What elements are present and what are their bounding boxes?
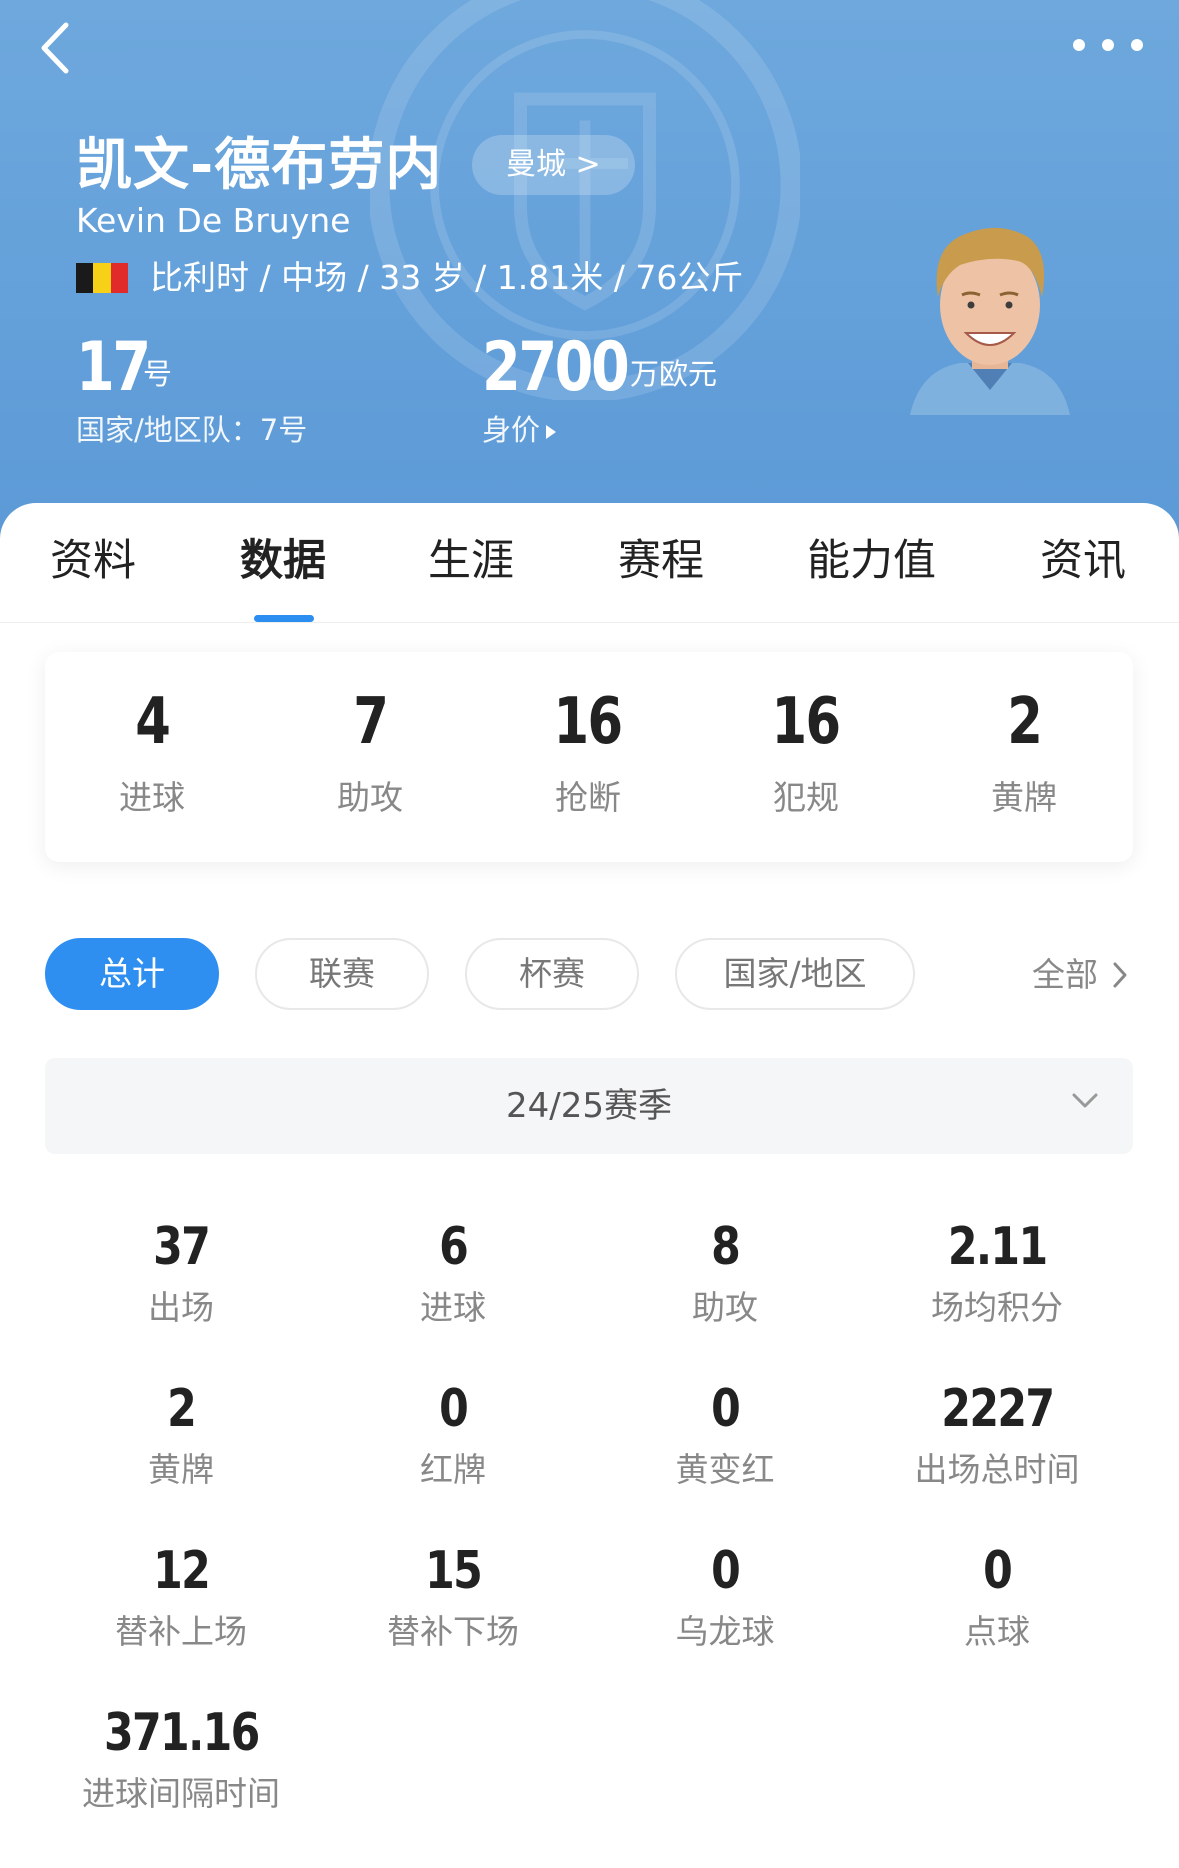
tab-career[interactable]: 生涯 (428, 533, 514, 589)
stat-label: 进球间隔时间 (82, 1774, 280, 1813)
stat-label: 助攻 (692, 1288, 758, 1327)
stat-label: 点球 (964, 1612, 1030, 1651)
stat-value: 8 (710, 1217, 741, 1277)
summary-value: 16 (553, 685, 624, 759)
stat-label: 红牌 (420, 1450, 486, 1489)
filter-league-chip[interactable]: 联赛 (255, 938, 429, 1010)
stat-item: 8 助攻 (589, 1216, 861, 1330)
summary-label: 助攻 (337, 778, 403, 817)
stat-item: 2227 出场总时间 (861, 1378, 1133, 1492)
filter-all-link[interactable]: 全部 (1032, 950, 1128, 1000)
stat-value: 0 (710, 1379, 741, 1439)
stat-value: 37 (152, 1217, 211, 1277)
filter-total-chip[interactable]: 总计 (45, 938, 219, 1010)
stat-label: 进球 (420, 1288, 486, 1327)
summary-label: 抢断 (555, 778, 621, 817)
summary-label: 犯规 (773, 778, 839, 817)
shirt-number: 17 (76, 328, 151, 407)
tab-stats[interactable]: 数据 (240, 533, 326, 589)
market-value-unit: 万欧元 (630, 357, 718, 391)
tab-bar: 资料 数据 生涯 赛程 能力值 资讯 (0, 503, 1179, 623)
market-value-label: 身价 (482, 413, 541, 447)
player-bio: 比利时 / 中场 / 33 岁 / 1.81米 / 76公斤 (150, 258, 744, 297)
caret-right-icon (546, 425, 557, 439)
player-name-cn: 凯文-德布劳内 (76, 133, 443, 198)
season-selector[interactable]: 24/25赛季 (45, 1058, 1133, 1154)
stat-item: 0 点球 (861, 1540, 1133, 1654)
stat-label: 场均积分 (931, 1288, 1063, 1327)
summary-value: 7 (352, 685, 389, 759)
summary-value: 4 (134, 685, 171, 759)
stat-label: 替补下场 (387, 1612, 519, 1651)
summary-card: 4 进球 7 助攻 16 抢断 16 犯规 2 黄牌 (45, 652, 1133, 862)
player-name-en: Kevin De Bruyne (76, 201, 351, 240)
filter-all-label: 全部 (1032, 955, 1098, 994)
stat-value: 2.11 (947, 1217, 1048, 1277)
stat-item: 12 替补上场 (45, 1540, 317, 1654)
summary-value: 16 (771, 685, 842, 759)
stat-value: 0 (982, 1541, 1013, 1601)
stat-value: 371.16 (103, 1703, 260, 1763)
stat-item: 0 黄变红 (589, 1378, 861, 1492)
belgium-flag-icon (76, 263, 128, 293)
player-header: 凯文-德布劳内 曼城 > Kevin De Bruyne 比利时 / 中场 / … (0, 0, 1179, 540)
stat-item: 6 进球 (317, 1216, 589, 1330)
stat-item: 371.16 进球间隔时间 (45, 1702, 317, 1816)
stat-value: 2227 (940, 1379, 1055, 1439)
stat-value: 0 (710, 1541, 741, 1601)
more-dot-icon (1131, 39, 1143, 51)
summary-value: 2 (1006, 685, 1043, 759)
tab-ability[interactable]: 能力值 (807, 533, 936, 589)
active-tab-indicator (254, 615, 314, 622)
stat-item: 0 红牌 (317, 1378, 589, 1492)
chevron-left-icon (41, 22, 69, 74)
filter-national-chip[interactable]: 国家/地区 (675, 938, 915, 1010)
player-avatar (910, 227, 1070, 415)
stat-item: 0 乌龙球 (589, 1540, 861, 1654)
stat-item: 15 替补下场 (317, 1540, 589, 1654)
stat-label: 出场 (148, 1288, 214, 1327)
stat-value: 15 (424, 1541, 483, 1601)
filter-cup-chip[interactable]: 杯赛 (465, 938, 639, 1010)
season-label: 24/25赛季 (506, 1086, 672, 1126)
summary-label: 进球 (119, 778, 185, 817)
stat-item: 2 黄牌 (45, 1378, 317, 1492)
chevron-down-icon (1072, 1093, 1098, 1108)
stat-label: 黄变红 (675, 1450, 775, 1489)
tab-schedule[interactable]: 赛程 (618, 533, 704, 589)
stat-value: 12 (152, 1541, 211, 1601)
tab-profile[interactable]: 资料 (50, 533, 136, 589)
stat-label: 乌龙球 (675, 1612, 775, 1651)
back-button[interactable] (30, 18, 80, 78)
shirt-number-unit: 号 (143, 357, 173, 391)
stat-item: 2.11 场均积分 (861, 1216, 1133, 1330)
summary-label: 黄牌 (991, 778, 1057, 817)
national-team-number: 国家/地区队：7号 (76, 413, 308, 447)
club-link-button[interactable]: 曼城 > (472, 135, 635, 195)
stat-item: 37 出场 (45, 1216, 317, 1330)
market-value: 2700 (482, 328, 630, 407)
market-value-link[interactable]: 身价 (482, 410, 557, 450)
more-dot-icon (1073, 39, 1085, 51)
stat-value: 0 (438, 1379, 469, 1439)
chevron-right-icon (1113, 962, 1127, 988)
stat-value: 6 (438, 1217, 469, 1277)
more-options-button[interactable] (1073, 28, 1143, 62)
tab-news[interactable]: 资讯 (1040, 533, 1126, 589)
stat-value: 2 (166, 1379, 197, 1439)
stat-label: 黄牌 (148, 1450, 214, 1489)
more-dot-icon (1102, 39, 1114, 51)
stat-label: 出场总时间 (914, 1450, 1080, 1489)
stat-label: 替补上场 (115, 1612, 247, 1651)
